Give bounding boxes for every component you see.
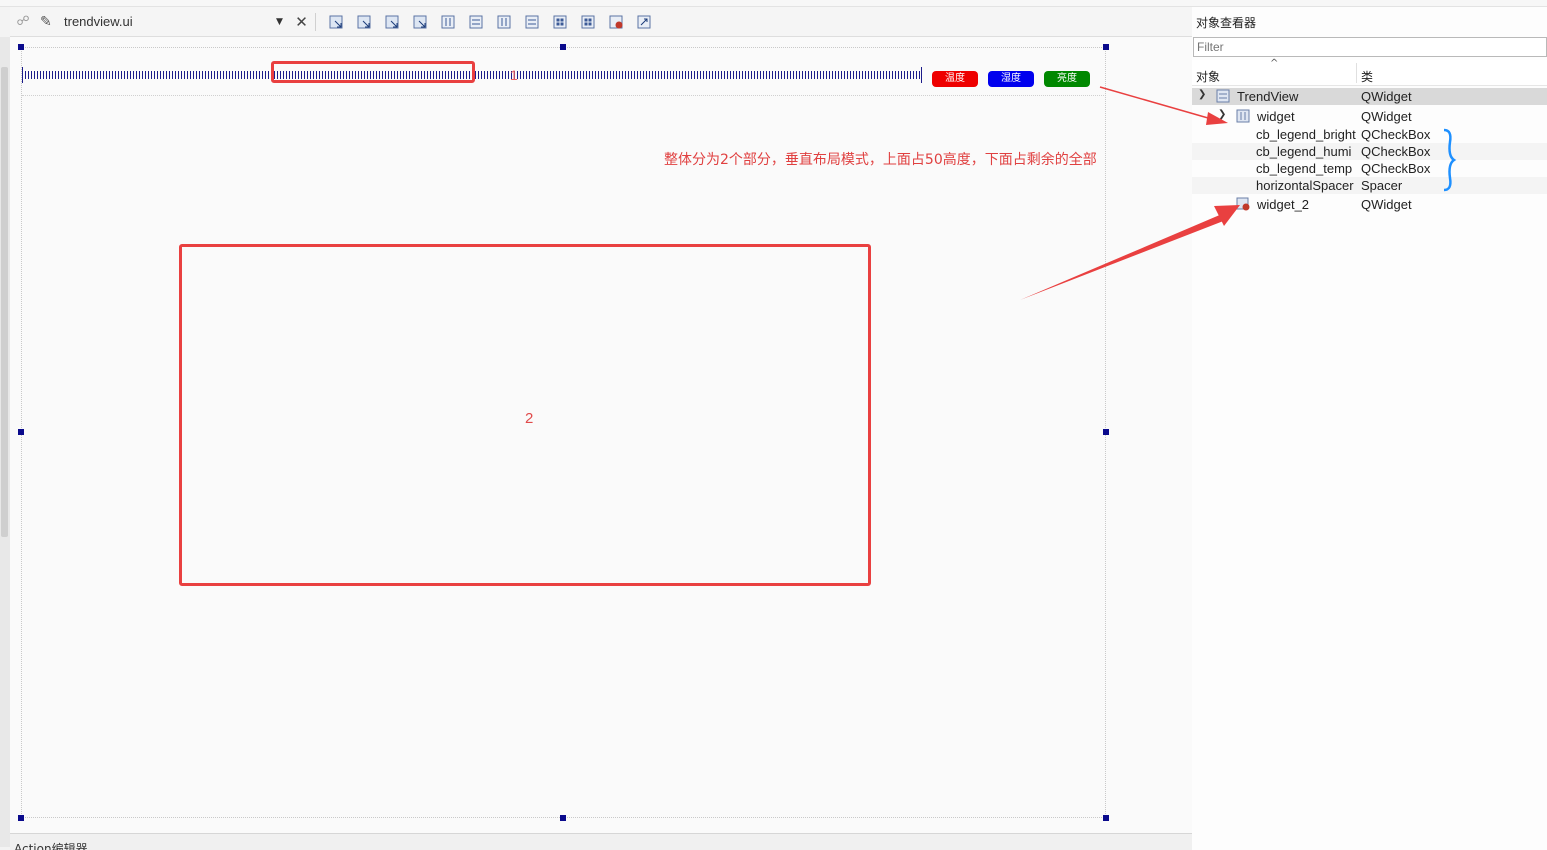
vertical-scrollbar[interactable] <box>0 37 10 847</box>
break-layout-icon[interactable] <box>602 11 630 33</box>
tree-row-cb-legend-humi[interactable]: cb_legend_humi QCheckBox <box>1192 143 1547 160</box>
form-toolbar: ☍ ✎ trendview.ui ▼ ✕ <box>10 7 1192 37</box>
action-editor-dock[interactable]: Action编辑器 <box>10 833 1192 850</box>
tree-item-class: Spacer <box>1361 178 1403 193</box>
column-header-object[interactable]: 对象 <box>1196 68 1220 85</box>
chevron-down-icon[interactable]: ❯ <box>1198 89 1206 100</box>
inspector-title: 对象查看器 <box>1196 16 1257 30</box>
resize-handle[interactable] <box>18 429 24 435</box>
annotation-label-2: 2 <box>525 410 534 427</box>
tree-item-class: QCheckBox <box>1361 127 1431 142</box>
tree-item-class: QWidget <box>1361 109 1412 124</box>
legend-humi-checkbox[interactable]: 湿度 <box>988 71 1034 87</box>
tree-item-name: horizontalSpacer <box>1256 178 1354 193</box>
scrollbar-thumb[interactable] <box>1 67 8 537</box>
document-edit-icon: ✎ <box>40 13 52 30</box>
tree-item-name: cb_legend_bright <box>1256 127 1356 142</box>
layout-vertical-icon[interactable] <box>462 11 490 33</box>
horizontal-layout-widget-icon <box>1236 109 1250 123</box>
resize-handle[interactable] <box>1103 429 1109 435</box>
tree-item-name: cb_legend_temp <box>1256 161 1353 176</box>
column-header-class[interactable]: 类 <box>1361 68 1373 85</box>
form-canvas[interactable]: 温度 湿度 亮度 1 2 整体分为2个部分，垂直布局模式，上面占50高度，下面占… <box>10 37 1192 840</box>
filter-input[interactable] <box>1193 37 1547 57</box>
edit-buddies-icon[interactable] <box>378 11 406 33</box>
chevron-down-icon: ▼ <box>276 16 283 27</box>
legend-bright-checkbox[interactable]: 亮度 <box>1044 71 1090 87</box>
tree-item-class: QCheckBox <box>1361 161 1431 176</box>
column-separator[interactable] <box>1356 63 1357 83</box>
resize-handle[interactable] <box>18 815 24 821</box>
edit-widgets-icon[interactable] <box>322 11 350 33</box>
tree-header: 对象 ^ 类 <box>1192 58 1547 86</box>
resize-handle[interactable] <box>1103 815 1109 821</box>
tree-item-class: QWidget <box>1361 89 1412 104</box>
tree-row-cb-legend-temp[interactable]: cb_legend_temp QCheckBox <box>1192 160 1547 177</box>
legend-temp-checkbox[interactable]: 温度 <box>932 71 978 87</box>
resize-handle[interactable] <box>560 44 566 50</box>
tree-item-name: widget_2 <box>1257 197 1310 212</box>
tree-item-name: cb_legend_humi <box>1256 144 1352 159</box>
file-selector[interactable]: ✎ trendview.ui ▼ <box>40 11 288 33</box>
form-editor-pane: ☍ ✎ trendview.ui ▼ ✕ 温度 湿度 亮度 1 2 整体分为2个… <box>0 7 1192 850</box>
close-icon[interactable]: ✕ <box>288 12 316 31</box>
resize-handle[interactable] <box>560 815 566 821</box>
layout-toolbar <box>322 11 658 33</box>
annotation-box-1 <box>271 61 475 83</box>
tree-row-widget[interactable]: ❯ widget QWidget <box>1192 108 1547 125</box>
spacer-cap-right <box>921 67 922 83</box>
chevron-down-icon[interactable]: ❯ <box>1218 109 1226 120</box>
tree-item-name: widget <box>1257 109 1295 124</box>
action-editor-title: Action编辑器 <box>14 842 88 850</box>
tree-item-class: QCheckBox <box>1361 144 1431 159</box>
tree-row-horizontal-spacer[interactable]: horizontalSpacer Spacer <box>1192 177 1547 194</box>
adjust-size-icon[interactable] <box>630 11 658 33</box>
file-name: trendview.ui <box>64 14 133 29</box>
layout-grid-icon[interactable] <box>574 11 602 33</box>
object-inspector: 对象查看器 对象 ^ 类 ❯ TrendView QWidget ❯ widge… <box>1192 7 1547 850</box>
tree-row-trendview[interactable]: ❯ TrendView QWidget <box>1192 88 1547 105</box>
tree-item-name: TrendView <box>1237 89 1299 104</box>
edit-tab-order-icon[interactable] <box>406 11 434 33</box>
lock-icon[interactable]: ☍ <box>10 14 36 29</box>
broken-layout-widget-icon <box>1236 197 1250 211</box>
tree-row-widget-2[interactable]: widget_2 QWidget <box>1192 196 1547 213</box>
menu-bar <box>0 0 1547 7</box>
resize-handle[interactable] <box>18 44 24 50</box>
layout-form-icon[interactable] <box>546 11 574 33</box>
layout-horizontal-icon[interactable] <box>434 11 462 33</box>
edit-signals-slots-icon[interactable] <box>350 11 378 33</box>
annotation-note: 整体分为2个部分，垂直布局模式，上面占50高度，下面占剩余的全部 <box>664 152 1097 168</box>
vertical-layout-widget-icon <box>1216 89 1230 103</box>
sort-ascending-icon: ^ <box>1270 58 1279 69</box>
designer-window: ☍ ✎ trendview.ui ▼ ✕ 温度 湿度 亮度 1 2 整体分为2个… <box>0 0 1547 850</box>
tree-row-cb-legend-bright[interactable]: cb_legend_bright QCheckBox <box>1192 126 1547 143</box>
annotation-brace <box>1443 128 1457 192</box>
spacer-cap-left <box>22 67 23 83</box>
layout-row-divider <box>22 95 1104 96</box>
layout-vertical-splitter-icon[interactable] <box>518 11 546 33</box>
resize-handle[interactable] <box>1103 44 1109 50</box>
annotation-label-1: 1 <box>510 67 518 83</box>
layout-horizontal-splitter-icon[interactable] <box>490 11 518 33</box>
tree-item-class: QWidget <box>1361 197 1412 212</box>
